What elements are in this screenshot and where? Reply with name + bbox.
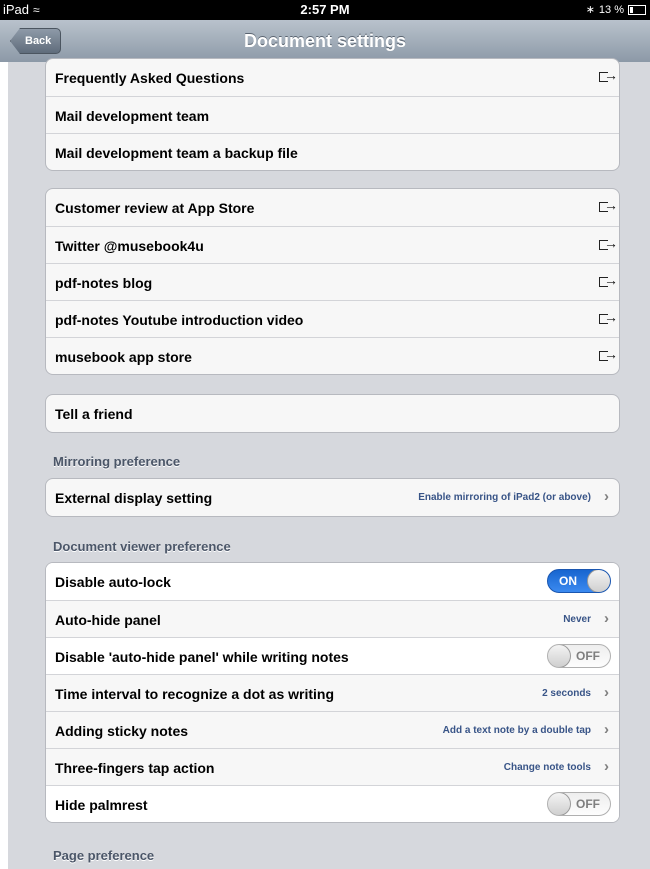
twitter-row[interactable]: Twitter @musebook4u [46,226,619,263]
row-label: musebook app store [55,349,192,365]
row-label: Hide palmrest [55,797,148,813]
mail-team-row[interactable]: Mail development team [46,96,619,133]
toggle-knob [548,793,571,815]
external-link-icon [599,309,618,325]
toggle-knob [587,570,610,592]
page-pref-section-title: Page preference [53,848,155,863]
row-label: Disable 'auto-hide panel' while writing … [55,649,349,665]
viewer-section-title: Document viewer preference [53,539,231,554]
row-label: Frequently Asked Questions [55,70,245,86]
row-label: External display setting [55,490,213,506]
toggle-text: OFF [576,797,600,811]
tell-friend-row[interactable]: Tell a friend [46,395,619,432]
row-label: Auto-hide panel [55,612,161,628]
row-value: 2 seconds [542,688,591,699]
row-label: Mail development team [55,108,210,124]
navigation-bar: Back Document settings [0,20,650,63]
row-label: Three-fingers tap action [55,760,215,776]
musebook-store-row[interactable]: musebook app store [46,337,619,374]
chevron-right-icon: › [604,721,609,738]
three-finger-tap-row[interactable]: Three-fingers tap action Change note too… [46,748,619,785]
battery-icon [628,4,646,15]
auto-hide-panel-row[interactable]: Auto-hide panel Never › [46,600,619,637]
mirroring-section-title: Mirroring preference [53,454,181,469]
status-right: ∗ 13 % [586,3,646,16]
settings-list[interactable]: Frequently Asked Questions Mail developm… [0,58,650,869]
external-display-row[interactable]: External display setting Enable mirrorin… [46,479,619,516]
blog-row[interactable]: pdf-notes blog [46,263,619,300]
support-group: Frequently Asked Questions Mail developm… [45,58,620,171]
row-label: Mail development team a backup file [55,145,298,161]
mail-backup-row[interactable]: Mail development team a backup file [46,133,619,170]
row-label: Time interval to recognize a dot as writ… [55,686,335,702]
youtube-row[interactable]: pdf-notes Youtube introduction video [46,300,619,337]
row-label: Tell a friend [55,406,133,422]
faq-row[interactable]: Frequently Asked Questions [46,59,619,96]
chevron-right-icon: › [604,610,609,627]
page-title: Document settings [243,31,407,51]
row-label: Customer review at App Store [55,200,255,216]
external-link-icon [599,67,618,83]
links-group: Customer review at App Store Twitter @mu… [45,188,620,375]
disable-auto-hide-toggle[interactable]: OFF [547,644,611,668]
hide-palmrest-row: Hide palmrest OFF [46,785,619,822]
sticky-notes-row[interactable]: Adding sticky notes Add a text note by a… [46,711,619,748]
app-store-review-row[interactable]: Customer review at App Store [46,189,619,226]
row-label: pdf-notes Youtube introduction video [55,312,304,328]
external-link-icon [599,235,618,251]
chevron-right-icon: › [604,758,609,775]
external-link-icon [599,272,618,288]
viewer-group: Disable auto-lock ON Auto-hide panel Nev… [45,562,620,823]
auto-lock-toggle[interactable]: ON [547,569,611,593]
row-value: Change note tools [503,762,591,773]
toggle-knob [548,645,571,667]
battery-percent: 13 % [598,3,624,16]
row-value: Add a text note by a double tap [442,725,591,736]
auto-lock-row: Disable auto-lock ON [46,563,619,600]
mirroring-group: External display setting Enable mirrorin… [45,478,620,517]
row-label: Twitter @musebook4u [55,238,204,254]
bluetooth-icon: ∗ [585,4,595,16]
row-value: Never [563,614,591,625]
row-label: Disable auto-lock [55,574,171,590]
external-link-icon [599,197,618,213]
dot-interval-row[interactable]: Time interval to recognize a dot as writ… [46,674,619,711]
chevron-right-icon: › [604,488,609,505]
status-time: 2:57 PM [300,2,350,17]
toggle-text: ON [559,574,577,588]
toggle-text: OFF [576,649,600,663]
status-bar: iPad ≈ 2:57 PM ∗ 13 % [0,0,650,20]
hide-palmrest-toggle[interactable]: OFF [547,792,611,816]
row-label: pdf-notes blog [55,275,153,291]
external-link-icon [599,346,618,362]
row-label: Adding sticky notes [55,723,189,739]
chevron-right-icon: › [604,684,609,701]
disable-auto-hide-row: Disable 'auto-hide panel' while writing … [46,637,619,674]
share-group: Tell a friend [45,394,620,433]
row-value: Enable mirroring of iPad2 (or above) [418,492,591,503]
